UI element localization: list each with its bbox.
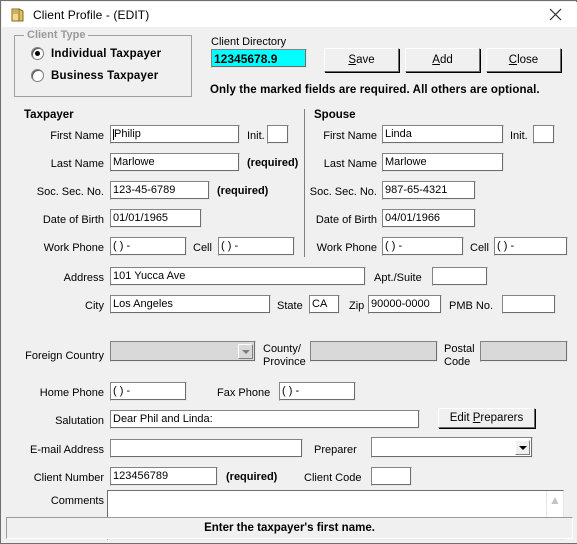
taxpayer-ssn-label: Soc. Sec. No. xyxy=(36,186,104,198)
address-label: Address xyxy=(63,272,104,284)
apt-suite-label: Apt./Suite xyxy=(374,272,422,284)
spouse-work-phone-input[interactable]: ( ) - xyxy=(382,237,464,256)
spouse-ssn-input[interactable]: 987-65-4321 xyxy=(382,181,476,200)
taxpayer-work-phone-label: Work Phone xyxy=(43,242,104,254)
client-profile-window: Client Profile - (EDIT) Client Type Indi… xyxy=(0,0,577,544)
spouse-dob-label: Date of Birth xyxy=(315,214,377,226)
taxpayer-first-name-label: First Name xyxy=(50,130,104,142)
salutation-label: Salutation xyxy=(55,415,104,427)
city-input[interactable]: Los Angeles xyxy=(110,295,271,314)
radio-business-taxpayer[interactable]: Business Taxpayer xyxy=(31,69,158,82)
address-input[interactable]: 101 Yucca Ave xyxy=(110,267,366,286)
salutation-input[interactable]: Dear Phil and Linda: xyxy=(110,410,420,429)
foreign-country-label: Foreign Country xyxy=(25,350,104,362)
taxpayer-heading: Taxpayer xyxy=(24,109,74,121)
taxpayer-cell-label: Cell xyxy=(193,242,212,254)
dialog-client-area: Client Type Individual Taxpayer Business… xyxy=(2,27,577,543)
add-button[interactable]: Add xyxy=(405,48,480,72)
radio-individual-taxpayer[interactable]: Individual Taxpayer xyxy=(31,47,161,60)
client-directory-input[interactable]: 12345678.9 xyxy=(211,49,307,68)
radio-business-label: Business Taxpayer xyxy=(51,69,159,82)
county-province-input[interactable] xyxy=(310,341,438,362)
taxpayer-last-name-input[interactable]: Marlowe xyxy=(110,153,240,172)
zip-label: Zip xyxy=(349,300,365,312)
fax-phone-label: Fax Phone xyxy=(217,387,271,399)
email-label: E-mail Address xyxy=(30,444,104,456)
home-phone-input[interactable]: ( ) - xyxy=(110,382,187,401)
scroll-up-icon[interactable]: ▲ xyxy=(549,491,561,509)
state-label: State xyxy=(277,300,303,312)
close-button[interactable]: Close xyxy=(486,48,561,72)
spouse-cell-input[interactable]: ( ) - xyxy=(494,237,568,256)
taxpayer-init-label: Init. xyxy=(247,130,265,142)
spouse-heading: Spouse xyxy=(314,109,356,121)
taxpayer-first-name-value: Philip xyxy=(114,128,141,140)
home-phone-label: Home Phone xyxy=(39,387,104,399)
window-title: Client Profile - (EDIT) xyxy=(33,7,150,22)
taxpayer-last-name-label: Last Name xyxy=(50,158,104,170)
client-type-group: Client Type Individual Taxpayer Business… xyxy=(14,29,192,97)
spouse-last-name-input[interactable]: Marlowe xyxy=(382,153,504,172)
taxpayer-init-input[interactable] xyxy=(267,125,289,144)
county-province-label-line2: Province xyxy=(263,356,306,368)
spouse-first-name-label: First Name xyxy=(323,130,377,142)
radio-business-indicator xyxy=(31,69,44,82)
taxpayer-ssn-required: (required) xyxy=(217,185,269,197)
client-type-legend: Client Type xyxy=(24,29,89,41)
spouse-last-name-label: Last Name xyxy=(323,158,377,170)
preparer-combo[interactable] xyxy=(371,437,533,458)
title-bar: Client Profile - (EDIT) xyxy=(2,2,577,27)
folder-icon xyxy=(10,7,26,23)
client-number-label: Client Number xyxy=(33,472,104,484)
fax-phone-input[interactable]: ( ) - xyxy=(279,382,356,401)
radio-individual-indicator xyxy=(31,47,44,60)
postal-code-label-line2: Code xyxy=(444,356,471,368)
status-message: Enter the taxpayer's first name. xyxy=(204,522,375,534)
preparer-label: Preparer xyxy=(314,444,357,456)
taxpayer-work-phone-input[interactable]: ( ) - xyxy=(110,237,187,256)
county-province-label-line1: County/ xyxy=(263,343,301,355)
taxpayer-first-name-input[interactable]: Philip xyxy=(110,125,240,144)
spouse-cell-label: Cell xyxy=(470,242,489,254)
zip-input[interactable]: 90000-0000 xyxy=(368,295,442,314)
postal-code-input[interactable] xyxy=(480,341,568,362)
spouse-dob-input[interactable]: 04/01/1966 xyxy=(382,209,476,228)
edit-preparers-button[interactable]: Edit Preparers xyxy=(438,408,535,428)
email-input[interactable] xyxy=(110,439,303,458)
client-code-label: Client Code xyxy=(304,472,362,484)
chevron-down-icon[interactable] xyxy=(515,440,530,455)
spouse-ssn-label: Soc. Sec. No. xyxy=(309,186,377,198)
taxpayer-dob-input[interactable]: 01/01/1965 xyxy=(110,209,202,228)
apt-suite-input[interactable] xyxy=(432,267,488,286)
taxpayer-cell-input[interactable]: ( ) - xyxy=(218,237,295,256)
pmb-no-input[interactable] xyxy=(502,295,556,314)
foreign-country-combo[interactable] xyxy=(110,341,256,362)
taxpayer-ssn-input[interactable]: 123-45-6789 xyxy=(110,181,210,200)
required-fields-note: Only the marked fields are required. All… xyxy=(210,84,540,96)
status-bar: Enter the taxpayer's first name. xyxy=(6,517,573,539)
client-directory-label: Client Directory xyxy=(211,36,287,48)
save-button[interactable]: Save xyxy=(324,48,399,72)
spouse-init-input[interactable] xyxy=(533,125,555,144)
comments-label: Comments xyxy=(50,495,104,507)
client-number-input[interactable]: 123456789 xyxy=(110,467,218,486)
spouse-work-phone-label: Work Phone xyxy=(316,242,377,254)
taxpayer-dob-label: Date of Birth xyxy=(42,214,104,226)
chevron-down-icon[interactable] xyxy=(238,344,253,359)
postal-code-label-line1: Postal xyxy=(444,343,475,355)
client-code-input[interactable] xyxy=(371,467,412,486)
spouse-first-name-input[interactable]: Linda xyxy=(382,125,504,144)
city-label: City xyxy=(85,300,104,312)
pmb-no-label: PMB No. xyxy=(449,300,494,312)
close-icon[interactable] xyxy=(533,2,577,27)
client-number-required: (required) xyxy=(226,471,278,483)
spouse-init-label: Init. xyxy=(510,130,528,142)
radio-individual-label: Individual Taxpayer xyxy=(51,47,162,60)
state-input[interactable]: CA xyxy=(309,295,340,314)
